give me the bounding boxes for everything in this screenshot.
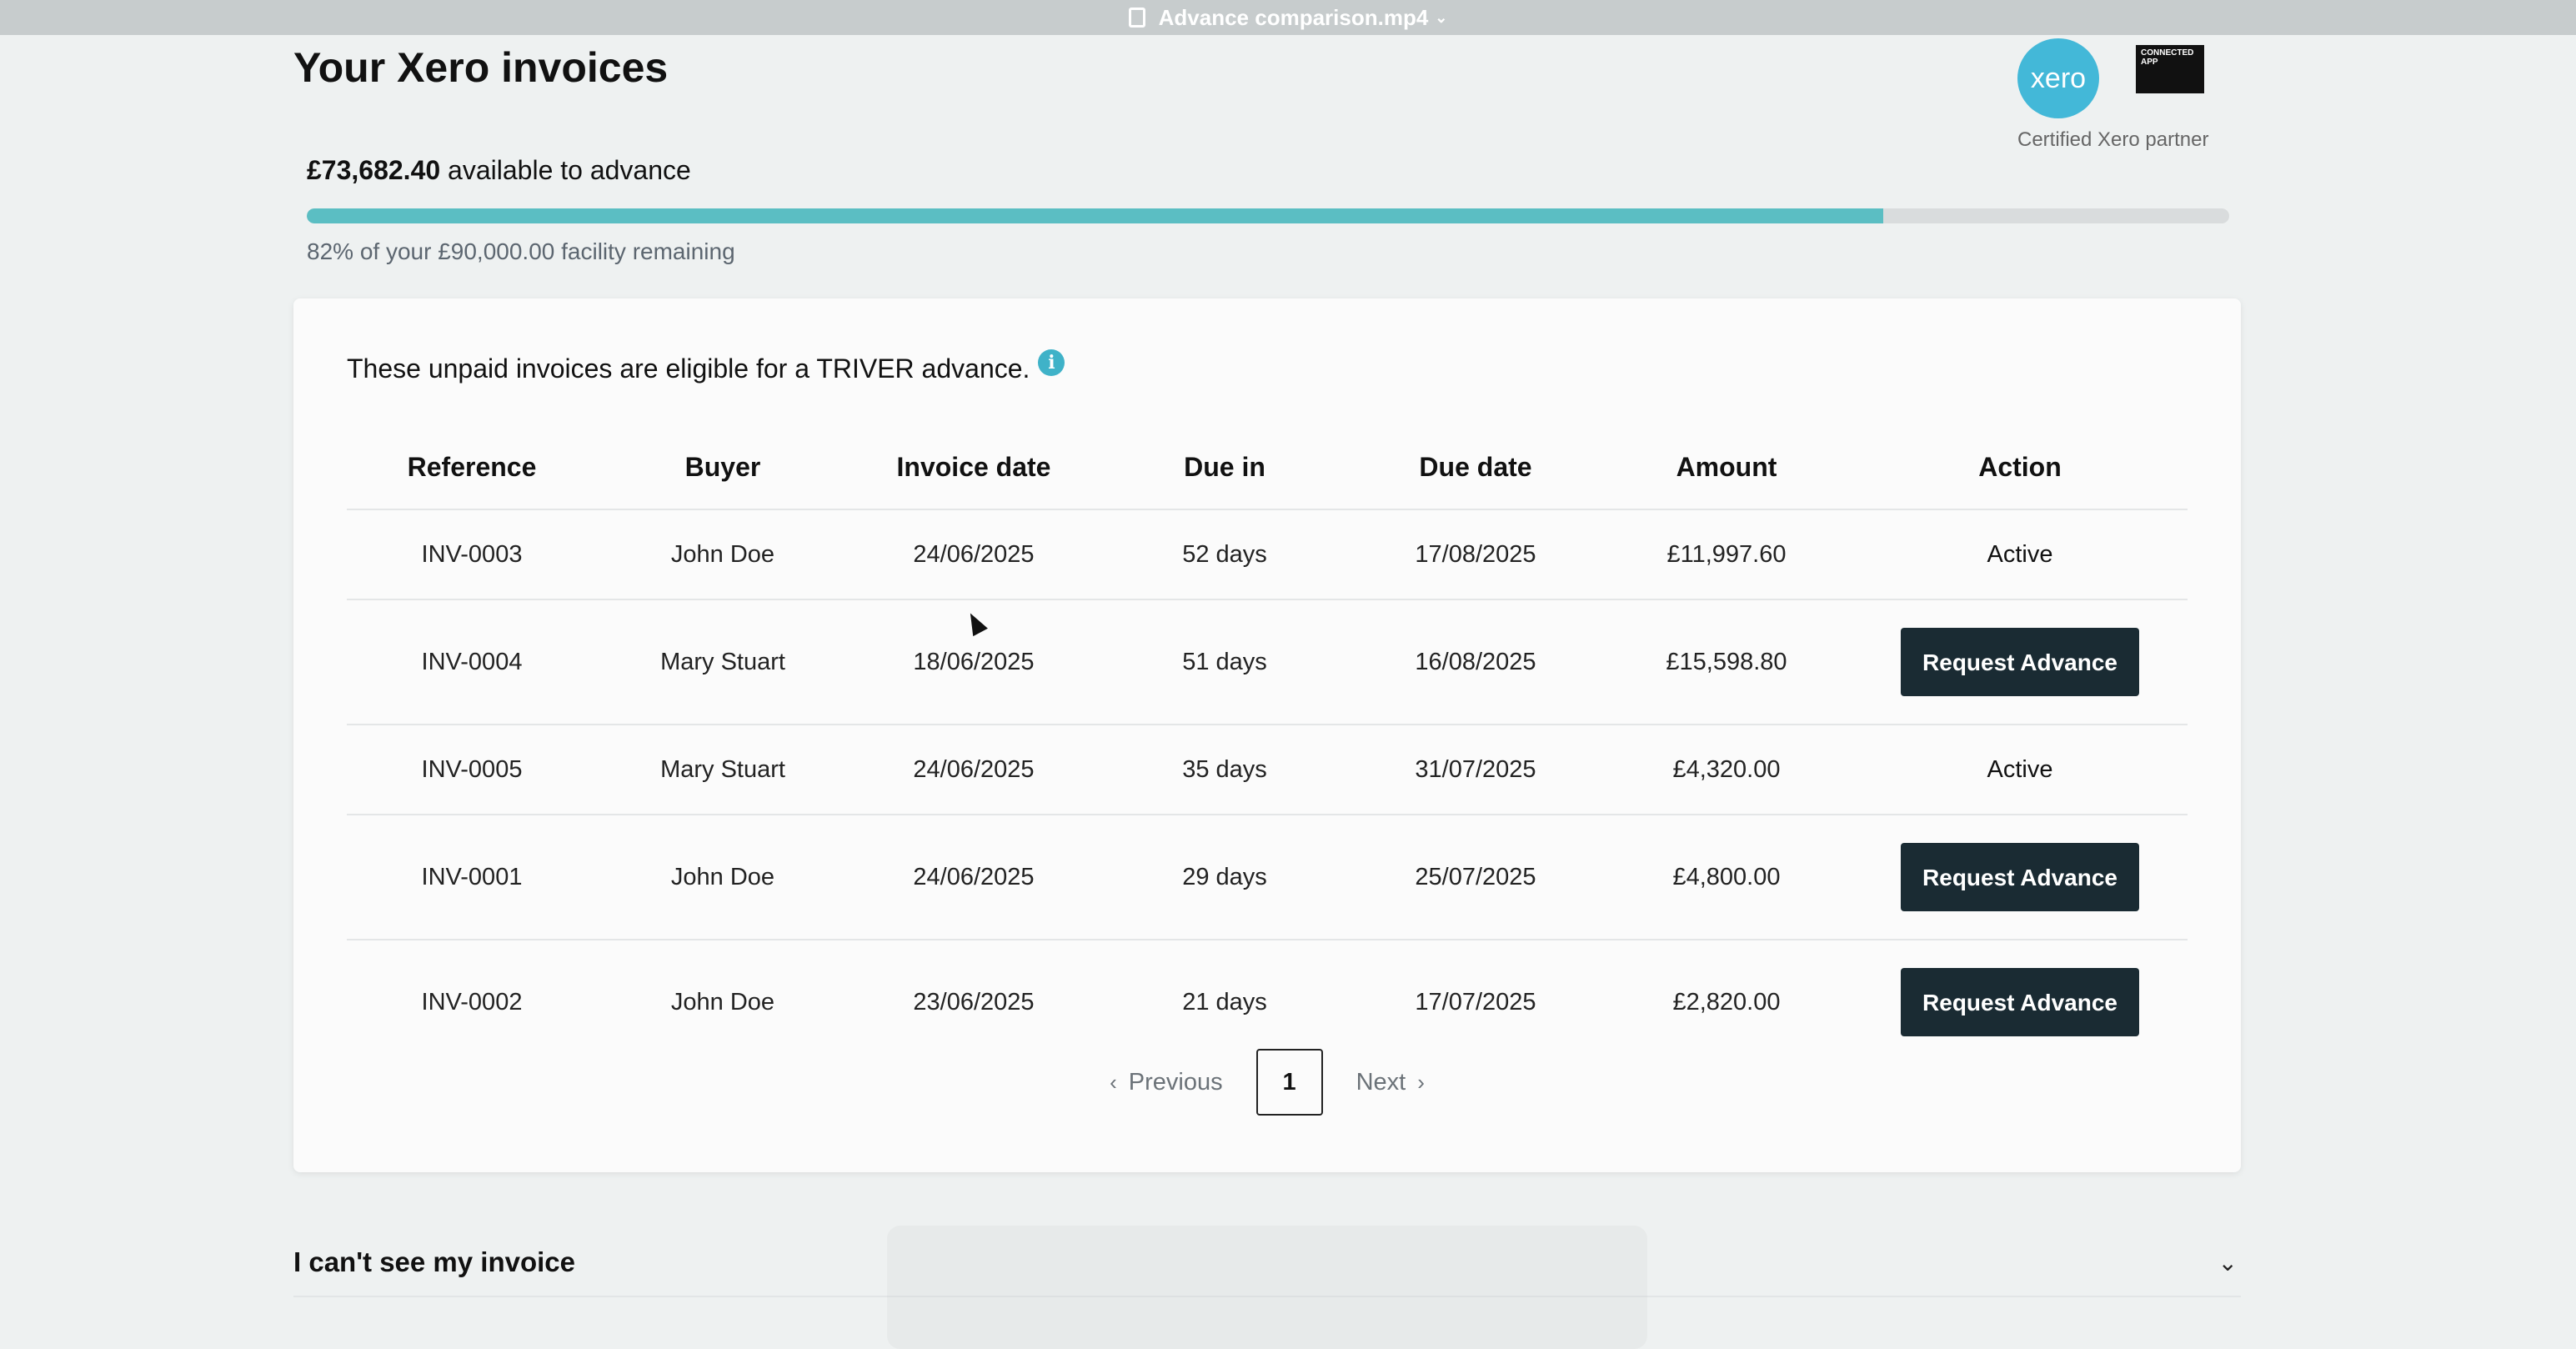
next-page-button[interactable]: Next ›: [1356, 1069, 1436, 1096]
chevron-down-icon[interactable]: ⌄: [2218, 1249, 2238, 1276]
invoices-card: These unpaid invoices are eligible for a…: [293, 298, 2241, 1172]
cell-action: Request Advance: [1852, 940, 2188, 1064]
request-advance-button[interactable]: Request Advance: [1901, 843, 2139, 911]
document-icon: [1128, 8, 1145, 28]
column-header-invoice-date[interactable]: Invoice date: [849, 425, 1099, 510]
cell-reference: INV-0003: [347, 509, 597, 600]
facility-remaining-text: 82% of your £90,000.00 facility remainin…: [307, 238, 735, 264]
column-header-due-date[interactable]: Due date: [1351, 425, 1601, 510]
connected-app-badge-icon: CONNECTED APP: [2136, 45, 2204, 122]
available-amount: £73,682.40: [307, 155, 441, 185]
facility-progress-fill: [307, 208, 1883, 223]
cell-action: Request Advance: [1852, 599, 2188, 725]
available-text: available to advance: [448, 155, 691, 185]
cell-buyer: John Doe: [670, 988, 775, 1016]
invoices-table: Reference Buyer Invoice date Due in Due …: [347, 425, 2188, 1064]
cell-due-date: 25/07/2025: [1351, 815, 1601, 940]
cell-reference: INV-0001: [347, 815, 597, 940]
cell-buyer: John Doe: [597, 815, 849, 940]
column-header-action: Action: [1852, 425, 2188, 510]
cell-amount: £15,598.80: [1601, 599, 1852, 725]
badge-text: CONNECTED APP: [2136, 45, 2204, 93]
cell-invoice-date: 24/06/2025: [849, 725, 1099, 815]
chevron-right-icon: ›: [1417, 1069, 1425, 1095]
cell-action: Request Advance: [1852, 815, 2188, 940]
partner-label: Certified Xero partner: [2017, 128, 2209, 151]
cell-amount: £4,800.00: [1601, 815, 1852, 940]
cell-amount: £2,820.00: [1672, 988, 1781, 1016]
previous-page-button[interactable]: ‹ Previous: [1098, 1069, 1223, 1096]
cell-due-in: 52 days: [1099, 509, 1351, 600]
intro-text: These unpaid invoices are eligible for a…: [347, 354, 1030, 384]
page: Advance comparison.mp4 ⌄ Your Xero invoi…: [0, 0, 2576, 1349]
cell-reference: INV-0004: [347, 599, 597, 725]
previous-label: Previous: [1128, 1068, 1223, 1096]
table-row: INV-0005 Mary Stuart 24/06/2025 35 days …: [347, 725, 2188, 815]
table-row: INV-0003 John Doe 24/06/2025 52 days 17/…: [347, 509, 2188, 600]
status-active: Active: [1987, 755, 2053, 783]
cell-buyer: John Doe: [597, 509, 849, 600]
column-header-reference[interactable]: Reference: [347, 425, 597, 510]
video-controls-overlay: [887, 1226, 1647, 1349]
cell-reference: INV-0005: [347, 725, 597, 815]
column-header-amount[interactable]: Amount: [1601, 425, 1852, 510]
page-title: Your Xero invoices: [293, 44, 669, 91]
chevron-down-icon[interactable]: ⌄: [1435, 9, 1447, 27]
chevron-left-icon: ‹: [1110, 1069, 1117, 1095]
cell-buyer: Mary Stuart: [597, 725, 849, 815]
table-row: INV-0002 John Doe 23/06/2025 21 days 17/…: [347, 940, 2188, 1064]
available-to-advance: £73,682.40 available to advance: [307, 155, 691, 186]
cell-invoice-date: 24/06/2025: [849, 509, 1099, 600]
request-advance-button[interactable]: Request Advance: [1901, 968, 2139, 1036]
cell-amount: £4,320.00: [1601, 725, 1852, 815]
faq-question: I can't see my invoice: [293, 1246, 576, 1277]
facility-progress-bar: [307, 208, 2229, 223]
table-header-row: Reference Buyer Invoice date Due in Due …: [347, 425, 2188, 510]
cell-reference: INV-0002: [421, 988, 523, 1016]
request-advance-button[interactable]: Request Advance: [1901, 628, 2139, 696]
status-active: Active: [1987, 540, 2053, 568]
cell-due-in: 35 days: [1099, 725, 1351, 815]
cell-action: Active: [1852, 725, 2188, 815]
info-icon[interactable]: i: [1038, 349, 1065, 376]
cell-due-in: 51 days: [1099, 599, 1351, 725]
page-number-button[interactable]: 1: [1255, 1049, 1323, 1116]
cell-invoice-date: 24/06/2025: [849, 815, 1099, 940]
invoices-intro: These unpaid invoices are eligible for a…: [347, 349, 1065, 384]
column-header-due-in[interactable]: Due in: [1099, 425, 1351, 510]
cell-action: Active: [1852, 509, 2188, 600]
cell-due-in: 29 days: [1099, 815, 1351, 940]
xero-logo-icon: xero: [2017, 38, 2099, 118]
cell-amount: £11,997.60: [1601, 509, 1852, 600]
cell-due-date: 31/07/2025: [1351, 725, 1601, 815]
table-row: INV-0001 John Doe 24/06/2025 29 days 25/…: [347, 815, 2188, 940]
cell-due-date: 17/08/2025: [1351, 509, 1601, 600]
table-row: INV-0004 Mary Stuart 18/06/2025 51 days …: [347, 599, 2188, 725]
cell-buyer: Mary Stuart: [597, 599, 849, 725]
next-label: Next: [1356, 1068, 1406, 1096]
column-header-buyer[interactable]: Buyer: [597, 425, 849, 510]
video-title[interactable]: Advance comparison.mp4: [1159, 5, 1429, 31]
cell-invoice-date: 23/06/2025: [913, 988, 1035, 1016]
video-title-bar: Advance comparison.mp4 ⌄: [0, 0, 2576, 35]
cell-due-date: 16/08/2025: [1351, 599, 1601, 725]
cell-due-date: 17/07/2025: [1415, 988, 1536, 1016]
cell-due-in: 21 days: [1182, 988, 1267, 1016]
pagination: ‹ Previous 1 Next ›: [293, 1049, 2241, 1116]
